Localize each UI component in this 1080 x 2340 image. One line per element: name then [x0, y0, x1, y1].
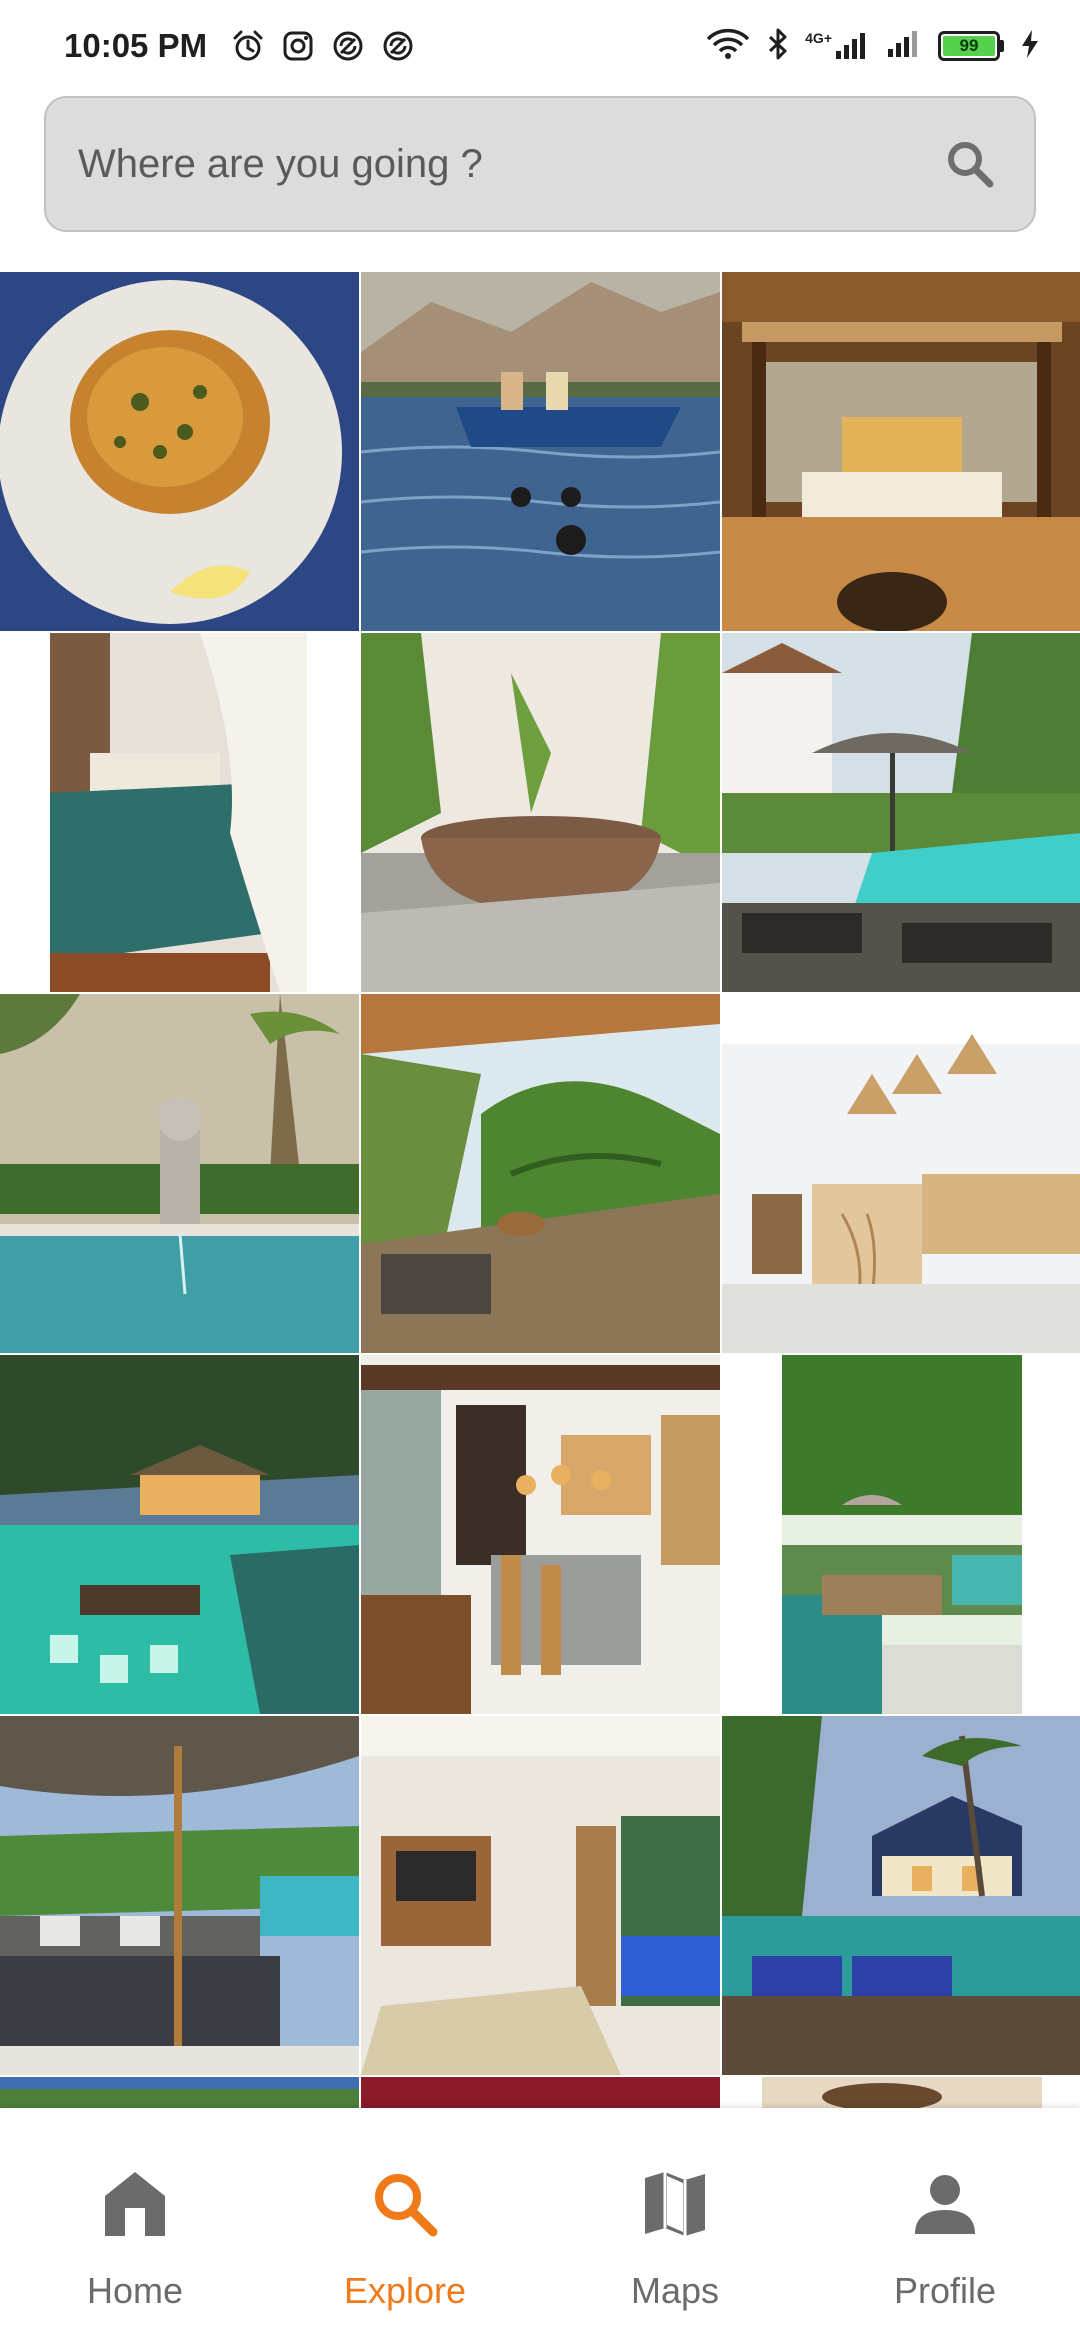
teal-blanket-bed-photo[interactable]: [0, 633, 359, 992]
nav-item-profile[interactable]: Profile: [810, 2108, 1080, 2340]
bali-bedroom-photo[interactable]: [722, 272, 1080, 631]
nav-label-profile: Profile: [893, 2270, 997, 2311]
garden-pool-loungers-photo[interactable]: [722, 1355, 1080, 1714]
status-time: 10:05 PM: [64, 27, 208, 64]
nav-label-home: Home: [86, 2270, 184, 2311]
rattan-kitchen-photo[interactable]: [722, 994, 1080, 1353]
partial-photo-2[interactable]: [361, 2077, 720, 2108]
photo-grid: [0, 272, 1080, 2108]
night-pool-villa-photo[interactable]: [0, 1355, 359, 1714]
partial-photo-3[interactable]: [722, 2077, 1080, 2108]
map-icon: [645, 2172, 705, 2236]
deck-palm-view-photo[interactable]: [361, 994, 720, 1353]
evening-pool-villa-photo[interactable]: [722, 1716, 1080, 2075]
search-input[interactable]: [78, 141, 942, 187]
signal-icon: [836, 33, 865, 59]
bottom-navigation: Home Explore Maps Profile: [0, 2108, 1080, 2340]
partial-photo-1[interactable]: [0, 2077, 359, 2108]
fishing-boat-photo[interactable]: [361, 272, 720, 631]
sync-icon: [331, 29, 365, 63]
status-bar: 10:05 PM 4G+ 99: [0, 0, 1080, 92]
stone-bathtub-garden-photo[interactable]: [361, 633, 720, 992]
sync-icon: [381, 29, 415, 63]
person-icon: [915, 2175, 975, 2234]
status-left: 10:05 PM: [64, 27, 415, 65]
tv-bedroom-photo[interactable]: [361, 1716, 720, 2075]
modern-kitchen-dining-photo[interactable]: [361, 1355, 720, 1714]
nav-item-maps[interactable]: Maps: [540, 2108, 810, 2340]
pool-daybed-umbrella-photo[interactable]: [0, 1716, 359, 2075]
nav-label-maps: Maps: [630, 2270, 720, 2311]
charging-icon: [1020, 29, 1040, 64]
pool-statue-fountain-photo[interactable]: [0, 994, 359, 1353]
nav-item-home[interactable]: Home: [0, 2108, 270, 2340]
wifi-icon: [705, 27, 751, 66]
status-right: 4G+ 99: [705, 27, 1040, 66]
bluetooth-icon: [767, 27, 789, 66]
signal-icon: [886, 29, 922, 64]
search-icon[interactable]: [942, 136, 998, 192]
battery-icon: 99: [938, 31, 1004, 61]
battery-level: 99: [943, 36, 995, 56]
food-plate-photo[interactable]: [0, 272, 359, 631]
home-icon: [105, 2172, 165, 2236]
alarm-icon: [231, 29, 265, 63]
nav-item-explore[interactable]: Explore: [270, 2108, 540, 2340]
search-bar[interactable]: [44, 96, 1036, 232]
search-icon: [375, 2174, 438, 2237]
nav-label-explore: Explore: [343, 2270, 467, 2311]
network-type-label: 4G+: [805, 30, 832, 46]
instagram-icon: [281, 29, 315, 63]
mobile-signal-1: 4G+: [805, 31, 870, 61]
pool-umbrella-lounge-photo[interactable]: [722, 633, 1080, 992]
